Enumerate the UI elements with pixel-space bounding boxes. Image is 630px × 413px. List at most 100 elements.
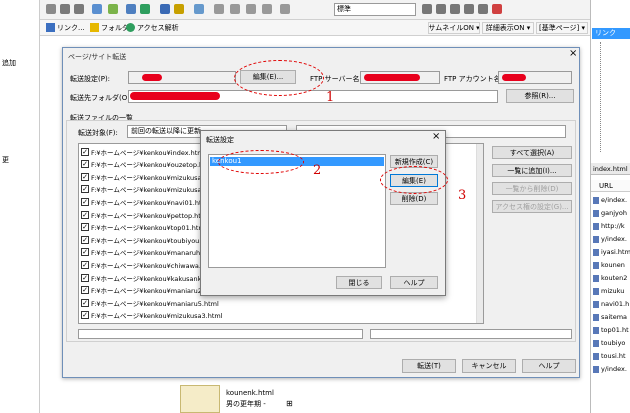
access-rights-button[interactable]: アクセス権の設定(G)... (492, 200, 572, 213)
file-checkbox[interactable]: ✓ (81, 260, 89, 269)
file-row[interactable]: ✓ F:¥ホームページ¥kenkou¥mizukusa.html (81, 170, 218, 183)
file-row[interactable]: ✓ F:¥ホームページ¥kenkou¥navi01.html (81, 195, 210, 208)
underline-icon[interactable] (450, 4, 460, 14)
back-icon[interactable] (214, 4, 224, 14)
url-row[interactable]: kounen (593, 259, 625, 271)
url-row[interactable]: kouten2 (593, 272, 627, 284)
arrow-icon[interactable] (46, 4, 56, 14)
url-row[interactable]: navi01.h (593, 298, 629, 310)
file-row[interactable]: ✓ F:¥ホームページ¥kenkou¥index.html (81, 145, 205, 158)
file-checkbox[interactable]: ✓ (81, 223, 89, 232)
subdialog-close-icon[interactable]: × (432, 131, 440, 142)
url-row[interactable]: y/index. (593, 233, 627, 245)
file-icon (593, 313, 599, 321)
file-checkbox[interactable]: ✓ (81, 160, 89, 169)
file-checkbox[interactable]: ✓ (81, 298, 89, 307)
url-row[interactable]: toubiyo (593, 337, 625, 349)
file-checkbox[interactable]: ✓ (81, 197, 89, 206)
subdialog-help-button[interactable]: ヘルプ (390, 276, 438, 289)
file-row[interactable]: ✓ F:¥ホームページ¥kenkou¥manaruh.html (81, 246, 217, 259)
redo-icon[interactable] (74, 4, 84, 14)
paste-icon[interactable] (280, 4, 290, 14)
main-toolbar: 標準 (40, 0, 590, 20)
remove-from-list-label: 一覧から削除(D) (505, 184, 559, 193)
link-icon[interactable] (160, 4, 170, 14)
url-row[interactable]: mizuku (593, 285, 624, 297)
file-row[interactable]: ✓ F:¥ホームページ¥kenkou¥pettop.html (81, 208, 209, 221)
file-checkbox[interactable]: ✓ (81, 172, 89, 181)
file-checkbox[interactable]: ✓ (81, 286, 89, 295)
copy-icon[interactable] (92, 4, 102, 14)
file-checkbox[interactable]: ✓ (81, 311, 89, 320)
style-select[interactable]: 標準 (334, 3, 416, 16)
url-row[interactable]: tousi.ht (593, 350, 626, 362)
folder-icon[interactable] (108, 4, 118, 14)
url-text: saitema (601, 313, 628, 321)
frame-icon[interactable] (174, 4, 184, 14)
forward-icon[interactable] (230, 4, 240, 14)
undo-icon[interactable] (60, 4, 70, 14)
url-column-header[interactable]: URL (591, 180, 630, 192)
dialog-close-icon[interactable]: × (569, 48, 577, 59)
table-icon[interactable] (126, 4, 136, 14)
list-icon[interactable] (478, 4, 488, 14)
file-row[interactable]: ✓ F:¥ホームページ¥kenkou¥maniaru2.html (81, 284, 219, 297)
url-row[interactable]: http://k (593, 220, 625, 232)
file-row[interactable]: ✓ F:¥ホームページ¥kenkou¥ouzetop.html (81, 158, 214, 171)
thumbnail-image[interactable] (180, 385, 220, 413)
url-text: http://k (601, 222, 625, 230)
select-all-button[interactable]: すべて選択(A) (492, 146, 572, 159)
redo2-icon[interactable] (262, 4, 272, 14)
align-icon[interactable] (464, 4, 474, 14)
image-icon[interactable] (140, 4, 150, 14)
url-row[interactable]: e/index. (593, 194, 627, 206)
dest-folder-label: 転送先フォルダ(O) (70, 94, 130, 102)
file-checkbox[interactable]: ✓ (81, 147, 89, 156)
file-checkbox[interactable]: ✓ (81, 185, 89, 194)
right-tree (600, 42, 630, 152)
expand-icon[interactable]: ⊞ (286, 399, 293, 408)
help-button[interactable]: ヘルプ (522, 359, 576, 373)
undo2-icon[interactable] (246, 4, 256, 14)
file-checkbox[interactable]: ✓ (81, 273, 89, 282)
url-row[interactable]: ganjyoh (593, 207, 627, 219)
bold-icon[interactable] (422, 4, 432, 14)
italic-icon[interactable] (436, 4, 446, 14)
file-icon (593, 352, 599, 360)
url-row[interactable]: y/index. (593, 363, 627, 375)
view-icon[interactable] (194, 4, 204, 14)
file-row[interactable]: ✓ F:¥ホームページ¥kenkou¥toubiyou.html (81, 233, 216, 246)
browse-button[interactable]: 参照(R)... (506, 89, 574, 103)
link-tab[interactable]: リンク... (57, 23, 85, 33)
cancel-button[interactable]: キャンセル (462, 359, 516, 373)
url-row[interactable]: iyasi.htm (593, 246, 630, 258)
file-list-scrollbar[interactable] (476, 144, 483, 323)
file-row[interactable]: ✓ F:¥ホームページ¥kenkou¥chiwawa.html (81, 258, 216, 271)
progress-field-right (370, 329, 572, 339)
folder-icon (90, 23, 99, 32)
file-row[interactable]: ✓ F:¥ホームページ¥kenkou¥kakusank.html (81, 271, 218, 284)
color-icon[interactable] (492, 4, 502, 14)
file-checkbox[interactable]: ✓ (81, 248, 89, 257)
file-checkbox[interactable]: ✓ (81, 210, 89, 219)
add-to-list-button[interactable]: 一覧に追加(I)... (492, 164, 572, 177)
access-tab[interactable]: アクセス解析 (137, 23, 179, 33)
detail-toggle[interactable]: 詳細表示ON ▾ (482, 22, 534, 34)
annotation-ellipse-1 (234, 60, 324, 96)
file-path: F:¥ホームページ¥kenkou¥manaruh.html (91, 249, 217, 258)
url-row[interactable]: saitema (593, 311, 627, 323)
url-row[interactable]: top01.ht (593, 324, 629, 336)
close-subdialog-button[interactable]: 閉じる (336, 276, 382, 289)
base-page-toggle[interactable]: [基準ページ] ▾ (536, 22, 588, 34)
file-row[interactable]: ✓ F:¥ホームページ¥kenkou¥top01.html (81, 221, 207, 234)
file-row[interactable]: ✓ F:¥ホームページ¥kenkou¥mizukusa3.html (81, 309, 223, 322)
url-text: iyasi.htm (601, 248, 630, 256)
file-row[interactable]: ✓ F:¥ホームページ¥kenkou¥maniaru5.html (81, 296, 219, 309)
thumbnail-toggle[interactable]: サムネイルON ▾ (428, 22, 480, 34)
file-path: F:¥ホームページ¥kenkou¥navi01.html (91, 198, 210, 207)
transfer-button[interactable]: 転送(T) (402, 359, 456, 373)
right-top-tab[interactable]: リンク (592, 28, 630, 39)
remove-from-list-button[interactable]: 一覧から削除(D) (492, 182, 572, 195)
folder-tab[interactable]: フォルダ (101, 23, 129, 33)
file-checkbox[interactable]: ✓ (81, 235, 89, 244)
